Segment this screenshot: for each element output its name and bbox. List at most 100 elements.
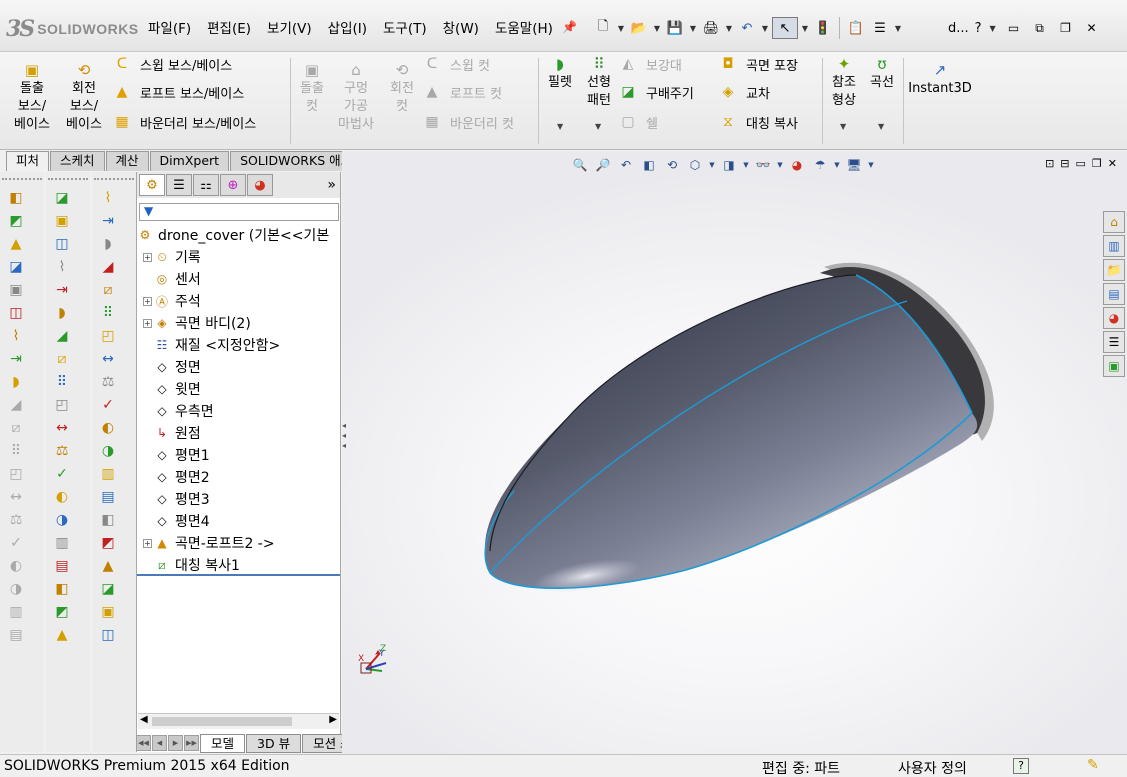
pattern-icon[interactable]: ⠿ (6, 441, 26, 461)
scrollbar-thumb[interactable] (152, 717, 292, 726)
tree-item-surface-loft2[interactable]: + ▲ 곡면-로프트2 -> (137, 532, 340, 554)
sweep-icon[interactable]: ⌇ (98, 188, 118, 208)
solidworks-logo[interactable]: 3S SOLIDWORKS (6, 14, 139, 44)
tree-item-surface-bodies[interactable]: + ◈ 곡면 바디(2) (137, 312, 340, 334)
loft-icon[interactable]: ▲ (6, 234, 26, 254)
tab-evaluate[interactable]: 계산 (105, 151, 149, 171)
tree-item-plane3[interactable]: ◇ 평면3 (137, 488, 340, 510)
boundary-boss-button[interactable]: ▦ 바운더리 보스/베이스 (112, 110, 256, 134)
chevron-right-double-icon[interactable]: » (327, 177, 336, 193)
tree-item-sensors[interactable]: ◎ 센서 (137, 268, 340, 290)
plane-icon[interactable]: ▣ (6, 280, 26, 300)
draft-analysis-icon[interactable]: ◐ (6, 556, 26, 576)
revolve-surface-icon[interactable]: ⇥ (98, 211, 118, 231)
pattern-sketch-icon[interactable]: ◩ (52, 602, 72, 622)
convert-icon[interactable]: ↔ (52, 418, 72, 438)
print-icon[interactable]: 🖨 (700, 17, 722, 39)
expand-icon[interactable]: + (143, 318, 152, 328)
tree-item-plane1[interactable]: ◇ 평면1 (137, 444, 340, 466)
tree-item-top-plane[interactable]: ◇ 윗면 (137, 378, 340, 400)
split-line-icon[interactable]: ▣ (98, 602, 118, 622)
offset-sketch-icon[interactable]: ⚖ (52, 441, 72, 461)
spline-icon[interactable]: ◢ (52, 326, 72, 346)
boundary-cut-button[interactable]: ▦ 바운더리 컷 (422, 110, 514, 134)
horizontal-scrollbar[interactable]: ◀ ▶ (138, 713, 339, 729)
chevron-down-icon[interactable]: ▼ (595, 122, 601, 131)
minimize-icon[interactable]: ▭ (1004, 18, 1024, 38)
dimxpert-manager-tab-icon[interactable]: ⊕ (220, 174, 246, 196)
tree-item-mirror1[interactable]: ⧄ 대칭 복사1 (137, 554, 340, 576)
planar-icon[interactable]: ◰ (98, 326, 118, 346)
point-icon[interactable]: ⧄ (52, 349, 72, 369)
close-icon[interactable]: ✕ (1082, 18, 1102, 38)
offset-surface-icon[interactable]: ⧄ (98, 280, 118, 300)
menu-insert[interactable]: 삽입(I) (320, 14, 375, 40)
extruded-boss-button[interactable]: ▣ 돌출 보스/ 베이스 (10, 60, 54, 134)
revolve-icon[interactable]: ◩ (6, 211, 26, 231)
delete-face-icon[interactable]: ▤ (98, 487, 118, 507)
copy-icon[interactable]: ◑ (52, 510, 72, 530)
expand-icon[interactable]: + (143, 296, 152, 306)
relation-icon[interactable]: ▲ (52, 625, 72, 645)
toolbar-grip[interactable] (94, 178, 134, 181)
stretch-icon[interactable]: ◧ (52, 579, 72, 599)
rebuild-status-icon[interactable]: ✎ (1087, 757, 1099, 773)
chevron-down-icon[interactable]: ▼ (760, 24, 770, 33)
trim-surface-icon[interactable]: ⚖ (98, 372, 118, 392)
menu-file[interactable]: 파일(F) (140, 14, 199, 40)
fillet-sketch-icon[interactable]: ◰ (52, 395, 72, 415)
toolbar-grip[interactable] (48, 178, 88, 181)
solidworks-resources-icon[interactable]: ⌂ (1103, 211, 1125, 233)
save-icon[interactable]: 💾 (664, 17, 686, 39)
chevron-down-icon[interactable]: ▼ (893, 24, 903, 33)
tab-features[interactable]: 피처 (6, 151, 50, 171)
mass-icon[interactable]: ⚖ (6, 510, 26, 530)
3d-sketch-icon[interactable]: ◪ (52, 188, 72, 208)
shell-button[interactable]: ▢ 쉘 (618, 110, 658, 134)
reference-geometry-button[interactable]: ✦ 참조 형상 (826, 54, 862, 110)
menu-edit[interactable]: 편집(E) (199, 14, 259, 40)
rectangle-icon[interactable]: ◗ (52, 303, 72, 323)
extend-surface-icon[interactable]: ↔ (98, 349, 118, 369)
rollback-bar[interactable] (137, 574, 340, 576)
graphics-area[interactable]: ◂ ◂ ◂ 🔍 🔎 ↶ ◧ ⟲ ⬡ ▼ ◨ ▼ 👓 ▼ ◕ ☂ ▼ 🖥 ▼ ⊡ ⊟ … (342, 151, 1127, 754)
chevron-down-icon[interactable]: ▼ (557, 122, 563, 131)
fillet-icon[interactable]: ◗ (6, 372, 26, 392)
tree-item-plane2[interactable]: ◇ 평면2 (137, 466, 340, 488)
circle-icon[interactable]: ⌇ (52, 257, 72, 277)
first-tab-icon[interactable]: ◀◀ (136, 735, 151, 751)
move-face-icon[interactable]: ◩ (98, 533, 118, 553)
intersect-button[interactable]: ◈ 교차 (718, 80, 770, 104)
custom-properties-icon[interactable]: ☰ (1103, 331, 1125, 353)
new-document-icon[interactable]: 🗋 (592, 17, 614, 39)
file-explorer-icon[interactable]: 📁 (1103, 259, 1125, 281)
line-icon[interactable]: ◫ (52, 234, 72, 254)
curve-icon[interactable]: ◪ (98, 579, 118, 599)
tab-3d-view[interactable]: 3D 뷰 (246, 733, 302, 753)
rib-button[interactable]: ◭ 보강대 (618, 52, 682, 76)
prev-tab-icon[interactable]: ◀ (152, 735, 167, 751)
boundary-icon[interactable]: ◗ (98, 234, 118, 254)
display-manager-tab-icon[interactable]: ◕ (247, 174, 273, 196)
chevron-down-icon[interactable]: ▼ (878, 122, 884, 131)
tree-item-annotations[interactable]: + Ⓐ 주석 (137, 290, 340, 312)
tile-icon[interactable]: ⧉ (1030, 18, 1050, 38)
expand-icon[interactable]: + (143, 538, 152, 548)
tree-item-origin[interactable]: ↳ 원점 (137, 422, 340, 444)
help-icon[interactable]: ? (975, 21, 982, 36)
tree-item-right-plane[interactable]: ◇ 우측면 (137, 400, 340, 422)
helix-icon[interactable]: ◫ (98, 625, 118, 645)
menu-window[interactable]: 창(W) (435, 14, 487, 40)
property-manager-tab-icon[interactable]: ☰ (166, 174, 192, 196)
extruded-cut-button[interactable]: ▣ 돌출 컷 (292, 60, 332, 116)
rebuild-traffic-light-icon[interactable]: 🚦 (812, 17, 834, 39)
extend-icon[interactable]: ⇥ (6, 349, 26, 369)
open-folder-icon[interactable]: 📂 (628, 17, 650, 39)
extrude-icon[interactable]: ◧ (6, 188, 26, 208)
menu-view[interactable]: 보기(V) (259, 14, 320, 40)
tree-item-history[interactable]: + ⏲ 기록 (137, 246, 340, 268)
replace-face-icon[interactable]: ◧ (98, 510, 118, 530)
file-properties-icon[interactable]: 📋 (845, 17, 867, 39)
radiate-icon[interactable]: ⠿ (98, 303, 118, 323)
quick-tips-help-icon[interactable]: ? (1013, 758, 1029, 774)
